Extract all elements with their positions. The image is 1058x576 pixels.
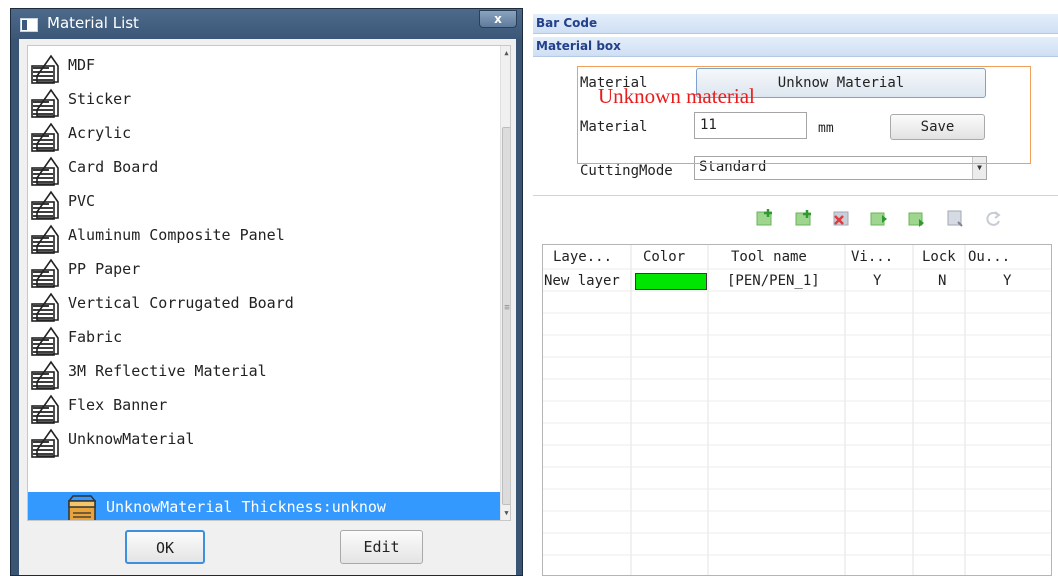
list-item-label: Card Board [68,158,159,176]
cell-layer-color-swatch[interactable] [635,273,707,290]
list-item-label: Acrylic [68,124,132,142]
list-item-label: Fabric [68,328,123,346]
document-icon [31,394,59,424]
cutting-mode-value: Standard [699,159,767,175]
dialog-body: MDF Sticker Acrylic Card Board PVC Alumi… [19,39,516,575]
close-icon: x [494,12,502,26]
cell-layer-name: New layer [544,273,620,289]
scroll-down-icon[interactable]: ▼ [501,506,510,520]
cell-lock: N [938,273,947,289]
document-icon [31,54,59,84]
annotation-text: Unknown material [598,84,755,108]
list-item-label: MDF [68,56,96,74]
column-header[interactable]: Tool name [731,249,807,265]
move-down-icon[interactable] [906,207,928,229]
document-icon [31,326,59,356]
unit-label: mm [818,121,834,136]
grid-lines [543,245,1051,575]
material-box-icon [68,495,96,520]
list-item-material[interactable]: Sticker [28,84,500,118]
thickness-label: Material [580,119,648,135]
dialog-title: Material List [47,14,139,32]
document-icon [31,224,59,254]
document-icon [31,428,59,458]
document-icon [31,122,59,152]
list-item-label: UnknowMaterial [68,430,195,448]
thickness-input[interactable]: 11 [694,112,807,139]
document-icon [31,258,59,288]
material-box-section-header[interactable]: Material box [533,37,1058,57]
list-item-material[interactable]: Fabric [28,322,500,356]
refresh-icon[interactable] [982,207,1004,229]
section-divider [533,195,1058,196]
list-item-material[interactable]: Aluminum Composite Panel [28,220,500,254]
list-item-label: PVC [68,192,96,210]
copy-layer-icon[interactable] [944,207,966,229]
layer-table[interactable]: Laye... Color Tool name Vi... Lock Ou... New … [542,244,1052,576]
move-up-icon[interactable] [868,207,890,229]
cell-visible: Y [873,273,882,289]
list-item-material[interactable]: Card Board [28,152,500,186]
list-item-material[interactable]: Vertical Corrugated Board [28,288,500,322]
edit-button[interactable]: Edit [340,530,423,564]
list-item-label: Aluminum Composite Panel [68,226,285,244]
ok-button[interactable]: OK [125,530,205,564]
list-item-material[interactable]: MDF [28,50,500,84]
close-button[interactable]: x [479,10,517,28]
cutting-mode-select[interactable]: Standard ▼ [694,156,987,180]
material-list-dialog: Material List x MDF Sticker Acrylic Card… [10,8,523,576]
barcode-section-header[interactable]: Bar Code [533,14,1058,34]
dialog-title-bar[interactable]: Material List x [11,9,522,39]
list-item-material[interactable]: PP Paper [28,254,500,288]
list-item-label: Sticker [68,90,132,108]
column-header[interactable]: Color [643,249,685,265]
chevron-down-icon[interactable]: ▼ [972,157,986,179]
list-item-material[interactable]: 3M Reflective Material [28,356,500,390]
list-item-label: Vertical Corrugated Board [68,294,294,312]
delete-layer-icon[interactable] [830,207,852,229]
cell-tool-name: [PEN/PEN_1] [727,273,820,289]
document-icon [31,88,59,118]
column-header[interactable]: Vi... [851,249,893,265]
document-icon [31,360,59,390]
add-sublayer-icon[interactable] [792,207,814,229]
list-item-material[interactable]: UnknowMaterial [28,424,500,458]
column-header[interactable]: Laye... [553,249,612,265]
list-item-label: Flex Banner [68,396,168,414]
column-header[interactable]: Lock [922,249,956,265]
material-tree-list[interactable]: MDF Sticker Acrylic Card Board PVC Alumi… [27,45,511,521]
scroll-up-icon[interactable]: ▲ [501,46,510,60]
cutting-mode-label: CuttingMode [580,163,673,179]
list-item-unknow-thickness[interactable]: UnknowMaterial Thickness:unknow [28,492,500,520]
cell-output: Y [1003,273,1012,289]
save-button[interactable]: Save [890,114,985,140]
document-icon [31,292,59,322]
document-icon [31,190,59,220]
list-item-material[interactable]: Flex Banner [28,390,500,424]
list-item-label: PP Paper [68,260,141,278]
app-window-icon [20,18,38,32]
list-item-material[interactable]: PVC [28,186,500,220]
list-scrollbar[interactable]: ▲ ▼ [500,46,510,520]
add-layer-icon[interactable] [754,207,776,229]
list-item-material[interactable]: Acrylic [28,118,500,152]
document-icon [31,156,59,186]
column-header[interactable]: Ou... [968,249,1010,265]
material-panel: Bar Code Material box Material Unknow Ma… [533,11,1058,576]
scroll-thumb[interactable] [502,127,510,505]
list-item-label: 3M Reflective Material [68,362,267,380]
list-item-label: UnknowMaterial Thickness:unknow [106,498,386,516]
